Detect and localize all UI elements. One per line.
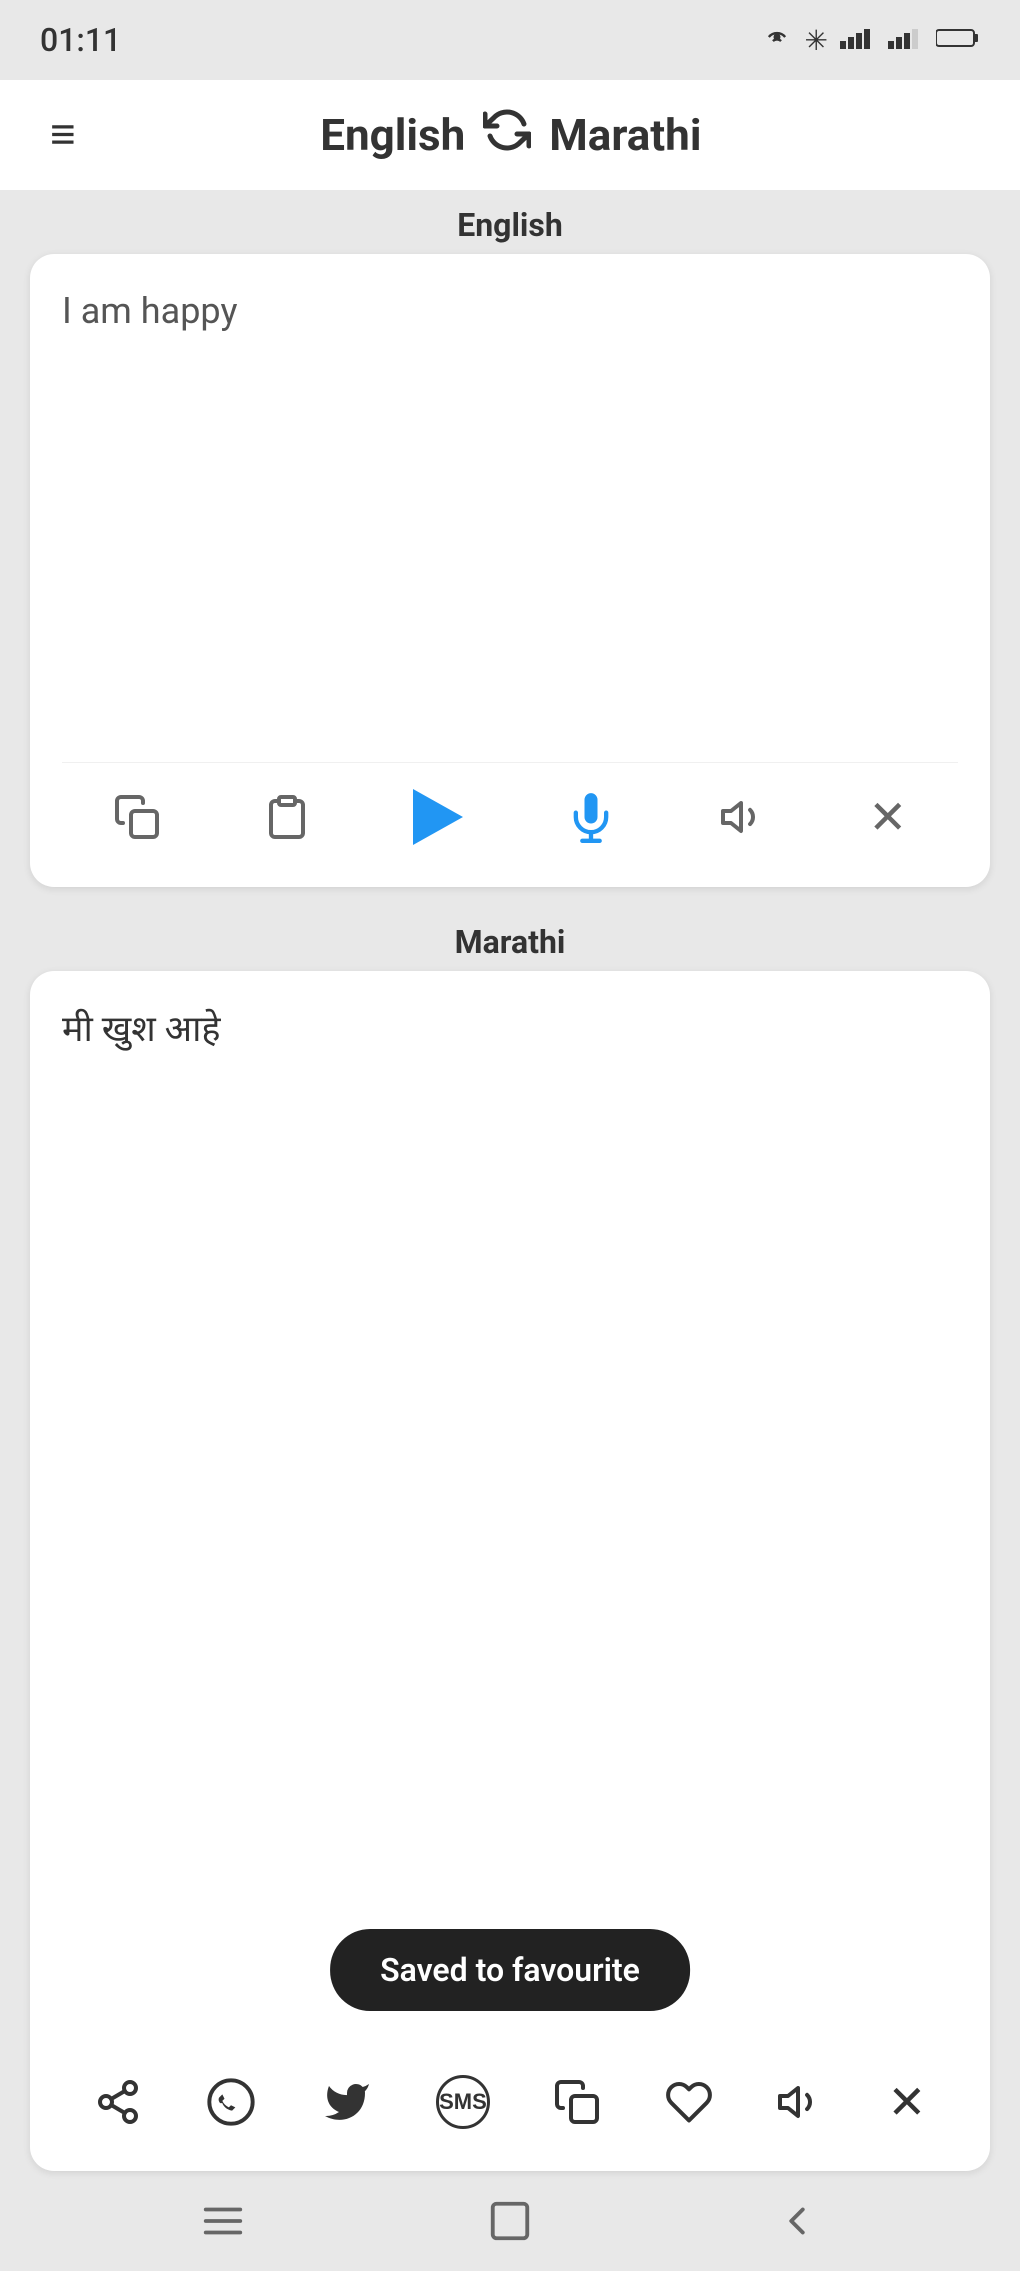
source-language-label: English bbox=[0, 190, 1020, 254]
input-card: I am happy bbox=[30, 254, 990, 887]
clear-source-button[interactable]: ✕ bbox=[858, 784, 917, 850]
copy-source-button[interactable] bbox=[103, 783, 171, 851]
bluetooth-icon: ✳ bbox=[805, 24, 828, 57]
swap-languages-icon[interactable] bbox=[483, 106, 531, 164]
status-time: 01:11 bbox=[40, 21, 121, 59]
copy-translation-icon bbox=[553, 2078, 601, 2126]
nav-bar bbox=[0, 2171, 1020, 2271]
share-button[interactable] bbox=[84, 2068, 152, 2136]
heart-icon bbox=[665, 2078, 713, 2126]
copy-translation-button[interactable] bbox=[543, 2068, 611, 2136]
close-icon: ✕ bbox=[868, 794, 907, 840]
sms-button[interactable]: SMS bbox=[426, 2065, 500, 2139]
source-text-input[interactable]: I am happy bbox=[62, 286, 958, 746]
language-selector: English Marathi bbox=[86, 106, 936, 164]
speak-source-button[interactable] bbox=[709, 783, 777, 851]
nav-home-button[interactable] bbox=[477, 2188, 543, 2254]
sms-icon: SMS bbox=[436, 2075, 490, 2129]
nav-home-icon bbox=[487, 2198, 533, 2244]
saved-toast: Saved to favourite bbox=[330, 1929, 690, 2011]
menu-button[interactable]: ≡ bbox=[40, 100, 86, 170]
status-icons: ✳ bbox=[761, 23, 980, 58]
translate-send-button[interactable] bbox=[403, 779, 473, 855]
mic-icon bbox=[565, 791, 617, 843]
copy-icon bbox=[113, 793, 161, 841]
nav-menu-icon bbox=[200, 2198, 246, 2244]
to-language[interactable]: Marathi bbox=[549, 109, 701, 161]
whatsapp-icon bbox=[205, 2076, 257, 2128]
close-translation-icon: ✕ bbox=[888, 2075, 927, 2129]
from-language[interactable]: English bbox=[320, 109, 465, 161]
status-bar: 01:11 ✳ bbox=[0, 0, 1020, 80]
whatsapp-button[interactable] bbox=[195, 2066, 267, 2138]
volume-icon bbox=[719, 793, 767, 841]
signal-icon bbox=[840, 23, 876, 58]
input-actions-bar: ✕ bbox=[62, 762, 958, 855]
output-card: मी खुश आहे Saved to favourite bbox=[30, 971, 990, 2171]
twitter-button[interactable] bbox=[311, 2068, 383, 2136]
nav-menu-button[interactable] bbox=[190, 2188, 256, 2254]
nav-back-icon bbox=[774, 2198, 820, 2244]
wifi-icon bbox=[761, 23, 793, 58]
paste-icon bbox=[263, 793, 311, 841]
paste-button[interactable] bbox=[253, 783, 321, 851]
share-icon bbox=[94, 2078, 142, 2126]
translated-text: मी खुश आहे bbox=[62, 1008, 221, 1050]
battery-icon bbox=[936, 24, 980, 57]
app-header: ≡ English Marathi bbox=[0, 80, 1020, 190]
favourite-button[interactable] bbox=[655, 2068, 723, 2136]
mic-button[interactable] bbox=[555, 781, 627, 853]
speak-translation-button[interactable] bbox=[766, 2068, 834, 2136]
nav-back-button[interactable] bbox=[764, 2188, 830, 2254]
volume-translation-icon bbox=[776, 2078, 824, 2126]
signal2-icon bbox=[888, 23, 924, 58]
send-chevron-icon bbox=[413, 789, 463, 845]
close-translation-button[interactable]: ✕ bbox=[878, 2065, 937, 2139]
twitter-icon bbox=[321, 2078, 373, 2126]
output-actions-bar: SMS ✕ bbox=[62, 2065, 958, 2139]
target-language-label: Marathi bbox=[0, 907, 1020, 971]
